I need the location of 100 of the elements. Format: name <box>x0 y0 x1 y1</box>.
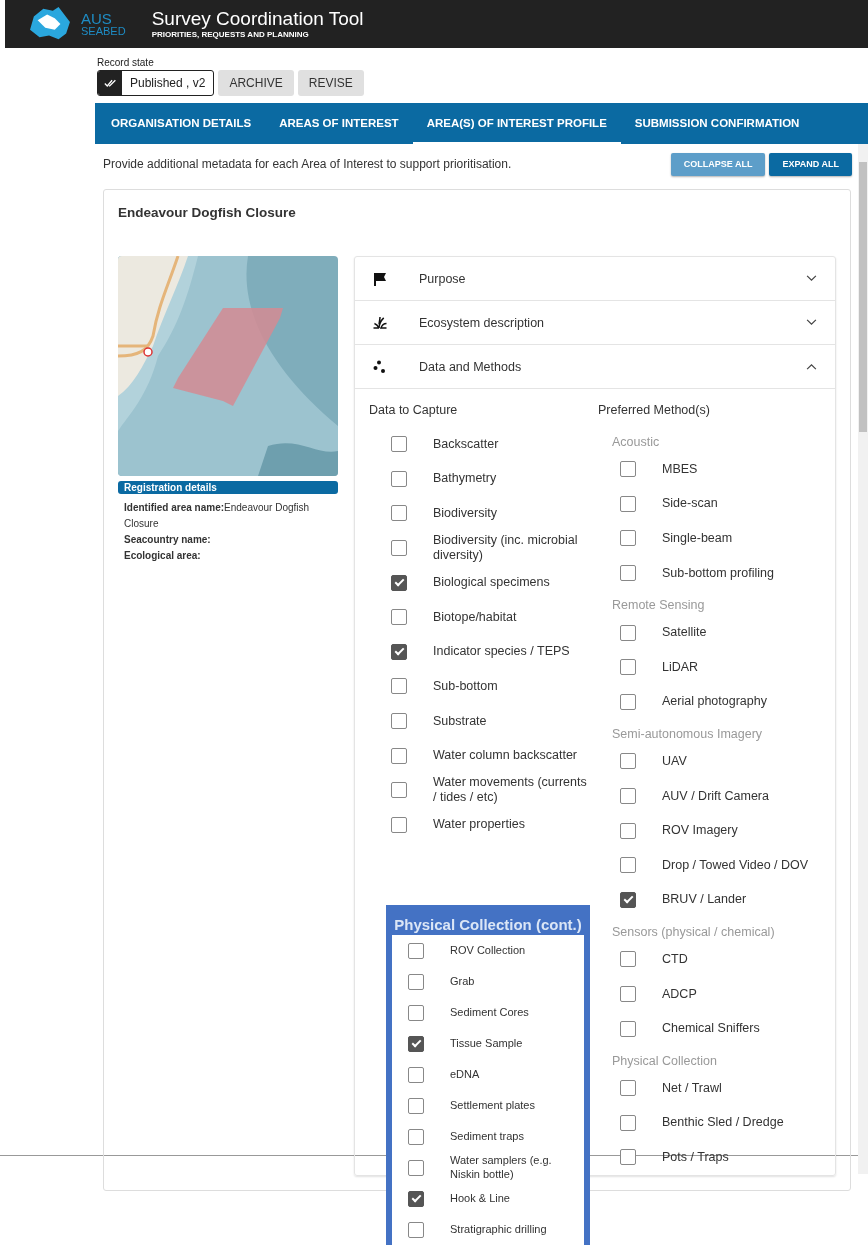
scrollbar[interactable] <box>858 144 868 1174</box>
checkbox[interactable] <box>408 1035 424 1052</box>
plant-icon <box>372 316 388 329</box>
checkbox[interactable] <box>391 574 407 591</box>
accordion-header[interactable]: Purpose <box>355 257 835 301</box>
checkbox-label: Satellite <box>662 625 707 641</box>
checkbox[interactable] <box>620 659 636 676</box>
section-header: Registration details <box>118 481 338 494</box>
checkbox[interactable] <box>391 782 407 799</box>
checkbox-label: Aerial photography <box>662 694 767 710</box>
checkbox[interactable] <box>620 1020 636 1037</box>
checkbox[interactable] <box>391 505 407 522</box>
checkbox-label: Tissue Sample <box>450 1036 523 1051</box>
checkbox[interactable] <box>620 461 636 478</box>
checkbox-label: Grab <box>450 974 475 989</box>
column-heading: Preferred Method(s) <box>598 403 711 419</box>
checkbox-label: Pots / Traps <box>662 1149 729 1165</box>
intro-text: Provide additional metadata for each Area of Interest to support prioritisation. <box>103 157 512 171</box>
checkbox-label: Indicator species / TEPS <box>433 644 571 660</box>
checkbox[interactable] <box>620 565 636 582</box>
checkbox[interactable] <box>408 1221 424 1238</box>
checkbox-label: Settlement plates <box>450 1098 535 1113</box>
record-state-field[interactable]: Published , v2 <box>97 70 215 96</box>
checkbox-label: Bathymetry <box>433 471 498 487</box>
checkbox-label: ROV Collection <box>450 943 526 958</box>
tab[interactable]: AREA(S) OF INTEREST PROFILE <box>412 103 621 144</box>
tab[interactable]: ORGANISATION DETAILS <box>97 103 266 144</box>
checkbox[interactable] <box>408 1128 424 1145</box>
detail-field: Identified area name:Endeavour Dogfish Closure <box>118 500 338 532</box>
checkbox[interactable] <box>620 951 636 968</box>
logo-text: SEABED <box>81 26 126 37</box>
checkbox[interactable] <box>391 713 407 730</box>
checkbox[interactable] <box>620 822 636 839</box>
checkbox-label: Sub-bottom <box>433 678 499 694</box>
state-button[interactable]: REVISE <box>297 70 364 96</box>
checkbox[interactable] <box>408 1097 424 1114</box>
checkbox-label: Benthic Sled / Dredge <box>662 1115 784 1131</box>
checkbox-label: MBES <box>662 461 698 477</box>
checkbox-label: Water movements (currents / tides / etc) <box>433 775 588 806</box>
checkbox[interactable] <box>620 530 636 547</box>
checkbox[interactable] <box>408 973 424 990</box>
inset-title: Physical Collection (cont.) <box>393 915 583 935</box>
checkbox[interactable] <box>391 540 407 557</box>
chevron-down-icon <box>806 275 817 282</box>
checkbox[interactable] <box>620 1080 636 1097</box>
checkbox-label: Backscatter <box>433 436 500 452</box>
accordion-header[interactable]: Data and Methods <box>355 345 835 389</box>
group-heading: Acoustic <box>611 434 661 451</box>
chevron-up-icon <box>806 363 817 370</box>
checkbox-label: Side-scan <box>662 496 718 512</box>
checkbox-label: UAV <box>662 753 687 769</box>
checkbox-label: Net / Trawl <box>662 1080 722 1096</box>
checkbox-label: Biological specimens <box>433 575 551 591</box>
checkbox[interactable] <box>408 1190 424 1207</box>
checkbox-label: Sub-bottom profiling <box>662 565 774 581</box>
checkbox[interactable] <box>620 857 636 874</box>
checkbox[interactable] <box>620 693 636 710</box>
checkbox[interactable] <box>620 1114 636 1131</box>
detail-field: Ecological area: <box>118 548 338 564</box>
checkbox-label: Hook & Line <box>450 1191 510 1206</box>
accordion-header[interactable]: Ecosystem description <box>355 301 835 345</box>
checkbox[interactable] <box>408 1004 424 1021</box>
checkbox-label: CTD <box>662 951 688 967</box>
checkbox-label: ADCP <box>662 986 697 1002</box>
column-heading: Data to Capture <box>369 403 459 419</box>
checkbox-label: Water properties <box>433 817 526 833</box>
checkbox[interactable] <box>620 624 636 641</box>
checkbox[interactable] <box>620 986 636 1002</box>
checkbox[interactable] <box>620 495 636 512</box>
group-heading: Sensors (physical / chemical) <box>611 924 776 942</box>
checkbox-label: eDNA <box>450 1067 480 1082</box>
checkbox[interactable] <box>620 753 636 770</box>
state-button[interactable]: ARCHIVE <box>218 70 294 96</box>
checkbox[interactable] <box>408 1159 424 1176</box>
checkbox[interactable] <box>391 643 407 660</box>
checkbox[interactable] <box>391 747 407 764</box>
checkbox[interactable] <box>391 678 407 695</box>
checkbox[interactable] <box>391 436 407 453</box>
expand-toggle-button[interactable]: EXPAND ALL <box>769 152 852 176</box>
card-title: Endeavour Dogfish Closure <box>118 204 297 222</box>
checkbox[interactable] <box>620 891 636 908</box>
double-check-icon <box>103 78 117 88</box>
checkbox[interactable] <box>620 1149 636 1166</box>
checkbox[interactable] <box>391 470 407 487</box>
checkbox-label: ROV Imagery <box>662 823 738 839</box>
flag-icon <box>372 271 388 286</box>
checkbox[interactable] <box>620 788 636 805</box>
checkbox[interactable] <box>408 942 424 959</box>
chevron-down-icon <box>806 319 817 326</box>
checkbox-label: LiDAR <box>662 659 699 675</box>
checkbox[interactable] <box>408 1066 424 1083</box>
tab[interactable]: SUBMISSION CONFIRMATION <box>620 103 814 144</box>
checkbox-label: Water samplers (e.g. Niskin bottle) <box>450 1154 553 1181</box>
app-title: Survey Coordination Tool <box>151 9 364 30</box>
checkbox[interactable] <box>391 609 407 626</box>
checkbox-label: Biotope/habitat <box>433 609 518 625</box>
checkbox[interactable] <box>391 816 407 833</box>
tab[interactable]: AREAS OF INTEREST <box>265 103 413 144</box>
logo-text: AUS <box>81 11 113 26</box>
checkbox-label: Substrate <box>433 713 488 729</box>
